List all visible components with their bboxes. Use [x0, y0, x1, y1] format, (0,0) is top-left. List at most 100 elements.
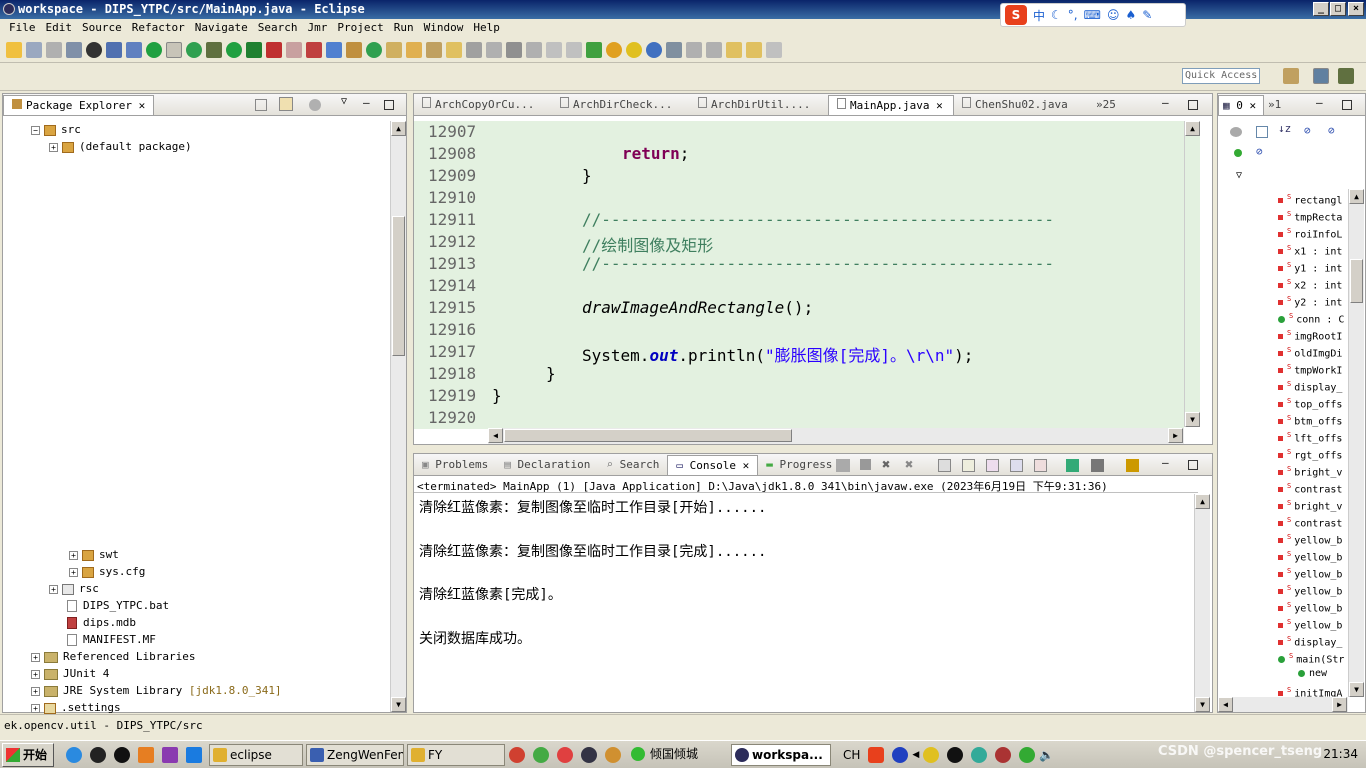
debug-perspective-icon[interactable]	[1338, 68, 1354, 84]
scroll-up-arrow[interactable]: ▲	[1185, 121, 1200, 136]
open-folder-icon[interactable]	[446, 41, 462, 58]
task-eclipse[interactable]: eclipse	[209, 743, 304, 766]
tab-problems[interactable]: ▣ Problems	[414, 455, 496, 475]
power-icon[interactable]	[146, 41, 162, 58]
outline-item[interactable]: Syellow_b	[1278, 614, 1352, 631]
show-whitespace-icon[interactable]	[546, 41, 562, 58]
refresh-icon[interactable]	[186, 41, 202, 58]
menu-file[interactable]: File	[4, 19, 41, 37]
browser-icon[interactable]	[605, 746, 622, 763]
hide-static-icon[interactable]: ⊘	[1328, 124, 1335, 137]
open-type-icon[interactable]	[386, 41, 402, 58]
outline-item[interactable]: Scontrast	[1278, 478, 1352, 495]
hide-nonpublic-icon[interactable]	[1234, 149, 1242, 157]
help-tray-icon[interactable]	[892, 746, 909, 763]
menu-refactor[interactable]: Refactor	[127, 19, 190, 37]
network-icon[interactable]	[995, 746, 1012, 763]
stop-icon[interactable]	[286, 41, 302, 58]
run-icon[interactable]	[226, 41, 242, 58]
server-icon[interactable]	[306, 41, 322, 58]
scroll-up-arrow[interactable]: ▲	[391, 121, 406, 136]
scroll-thumb[interactable]	[1350, 259, 1363, 303]
outline-item[interactable]: Sy2 : int	[1278, 291, 1352, 308]
tab-chenshu02[interactable]: ChenShu02.java	[954, 95, 1088, 115]
outline-item[interactable]: Srgt_offs	[1278, 444, 1352, 461]
pin-console-icon[interactable]	[1066, 459, 1079, 472]
ie-icon[interactable]	[66, 746, 83, 763]
menu-jmr[interactable]: Jmr	[302, 19, 332, 37]
outline-item[interactable]: Smain(Str	[1278, 648, 1352, 665]
tree-item-src[interactable]: − src	[31, 121, 81, 138]
annotation-icon[interactable]	[466, 41, 482, 58]
new-java-project-icon[interactable]	[326, 41, 342, 58]
expand-icon[interactable]: +	[49, 584, 58, 594]
qq-icon[interactable]	[114, 746, 131, 763]
outline-item[interactable]: Syellow_b	[1278, 546, 1352, 563]
tab-archdircheck[interactable]: ArchDirCheck...	[552, 95, 690, 115]
sort-icon[interactable]	[666, 41, 682, 58]
mark-icon[interactable]	[486, 41, 502, 58]
shield-icon[interactable]	[1019, 746, 1036, 763]
task-workspace[interactable]: workspa...	[731, 743, 832, 766]
toggle-icon[interactable]	[166, 41, 182, 58]
word-wrap-icon[interactable]	[986, 459, 999, 472]
tab-outline[interactable]: ▦ 0 ✕	[1218, 95, 1264, 115]
media-icon[interactable]	[90, 746, 107, 763]
tab-overflow[interactable]: »1	[1264, 95, 1285, 115]
outline-item[interactable]: new	[1298, 665, 1352, 682]
pilcrow-icon[interactable]	[566, 41, 582, 58]
tab-archdirutil[interactable]: ArchDirUtil....	[690, 95, 828, 115]
link-editor-icon[interactable]	[279, 97, 293, 111]
mail-icon[interactable]	[509, 746, 526, 763]
minimize-view-icon[interactable]: —	[363, 96, 370, 109]
new-icon[interactable]	[6, 41, 22, 58]
display-selected-console-icon[interactable]	[836, 459, 850, 472]
tab-search[interactable]: ⌕ Search	[598, 455, 667, 475]
tool-icon[interactable]	[533, 746, 550, 763]
expand-icon[interactable]: +	[69, 567, 78, 577]
outline-item[interactable]: Sy1 : int	[1278, 257, 1352, 274]
outline-item[interactable]: Sx1 : int	[1278, 240, 1352, 257]
outline-item[interactable]: Sbtm_offs	[1278, 410, 1352, 427]
tab-overflow[interactable]: »25	[1088, 95, 1122, 115]
vlc-icon[interactable]	[138, 746, 155, 763]
outline-item[interactable]: Srectangl	[1278, 189, 1352, 206]
outline-scrollbar[interactable]: ▲ ▼	[1348, 189, 1364, 697]
view-menu-icon[interactable]: ▽	[341, 96, 347, 107]
expand-icon[interactable]: +	[31, 669, 40, 679]
task-fy[interactable]: FY	[407, 743, 506, 766]
task-music[interactable]: 倾国倾城	[628, 744, 728, 766]
help-icon[interactable]	[626, 41, 642, 58]
remove-launch-icon[interactable]: ✖	[882, 457, 890, 473]
show-on-error-icon[interactable]	[1034, 459, 1047, 472]
sogou-icon[interactable]	[868, 746, 885, 763]
focus-icon[interactable]	[1230, 127, 1242, 137]
menu-help[interactable]: Help	[468, 19, 505, 37]
minimize-view-icon[interactable]: —	[1162, 96, 1169, 109]
minimize-view-icon[interactable]: —	[1162, 456, 1169, 469]
outline-item[interactable]: StmpRecta	[1278, 206, 1352, 223]
menu-window[interactable]: Window	[419, 19, 469, 37]
tree-item-bat[interactable]: DIPS_YTPC.bat	[67, 597, 169, 614]
binary-icon[interactable]	[66, 41, 82, 58]
tree-item-jre[interactable]: + JRE System Library [jdk1.8.0_341]	[31, 682, 282, 699]
menu-project[interactable]: Project	[332, 19, 388, 37]
last-edit-icon[interactable]	[726, 41, 742, 58]
collapse-all-icon[interactable]	[255, 99, 267, 111]
app-icon[interactable]	[186, 746, 203, 763]
maximize-view-icon[interactable]	[1188, 100, 1198, 110]
expand-icon[interactable]: +	[31, 686, 40, 696]
expand-icon[interactable]: +	[69, 550, 78, 560]
outline-item[interactable]: SoldImgDi	[1278, 342, 1352, 359]
code-area[interactable]: 12907 12908 return; 12909} 12910 12911 //-----…	[414, 121, 1184, 429]
chrome-icon[interactable]	[557, 746, 574, 763]
maximize-view-icon[interactable]	[1342, 100, 1352, 110]
minimize-button[interactable]: _	[1313, 2, 1329, 16]
skip-breakpoints-icon[interactable]	[126, 41, 142, 58]
show-on-output-icon[interactable]	[1010, 459, 1023, 472]
forward-icon[interactable]	[766, 41, 782, 58]
outline-item[interactable]: Sbright_v	[1278, 461, 1352, 478]
tree-item-manifest[interactable]: MANIFEST.MF	[67, 631, 156, 648]
tray-expand-icon[interactable]: ◀	[912, 750, 919, 760]
display-console-icon[interactable]	[1091, 459, 1104, 472]
